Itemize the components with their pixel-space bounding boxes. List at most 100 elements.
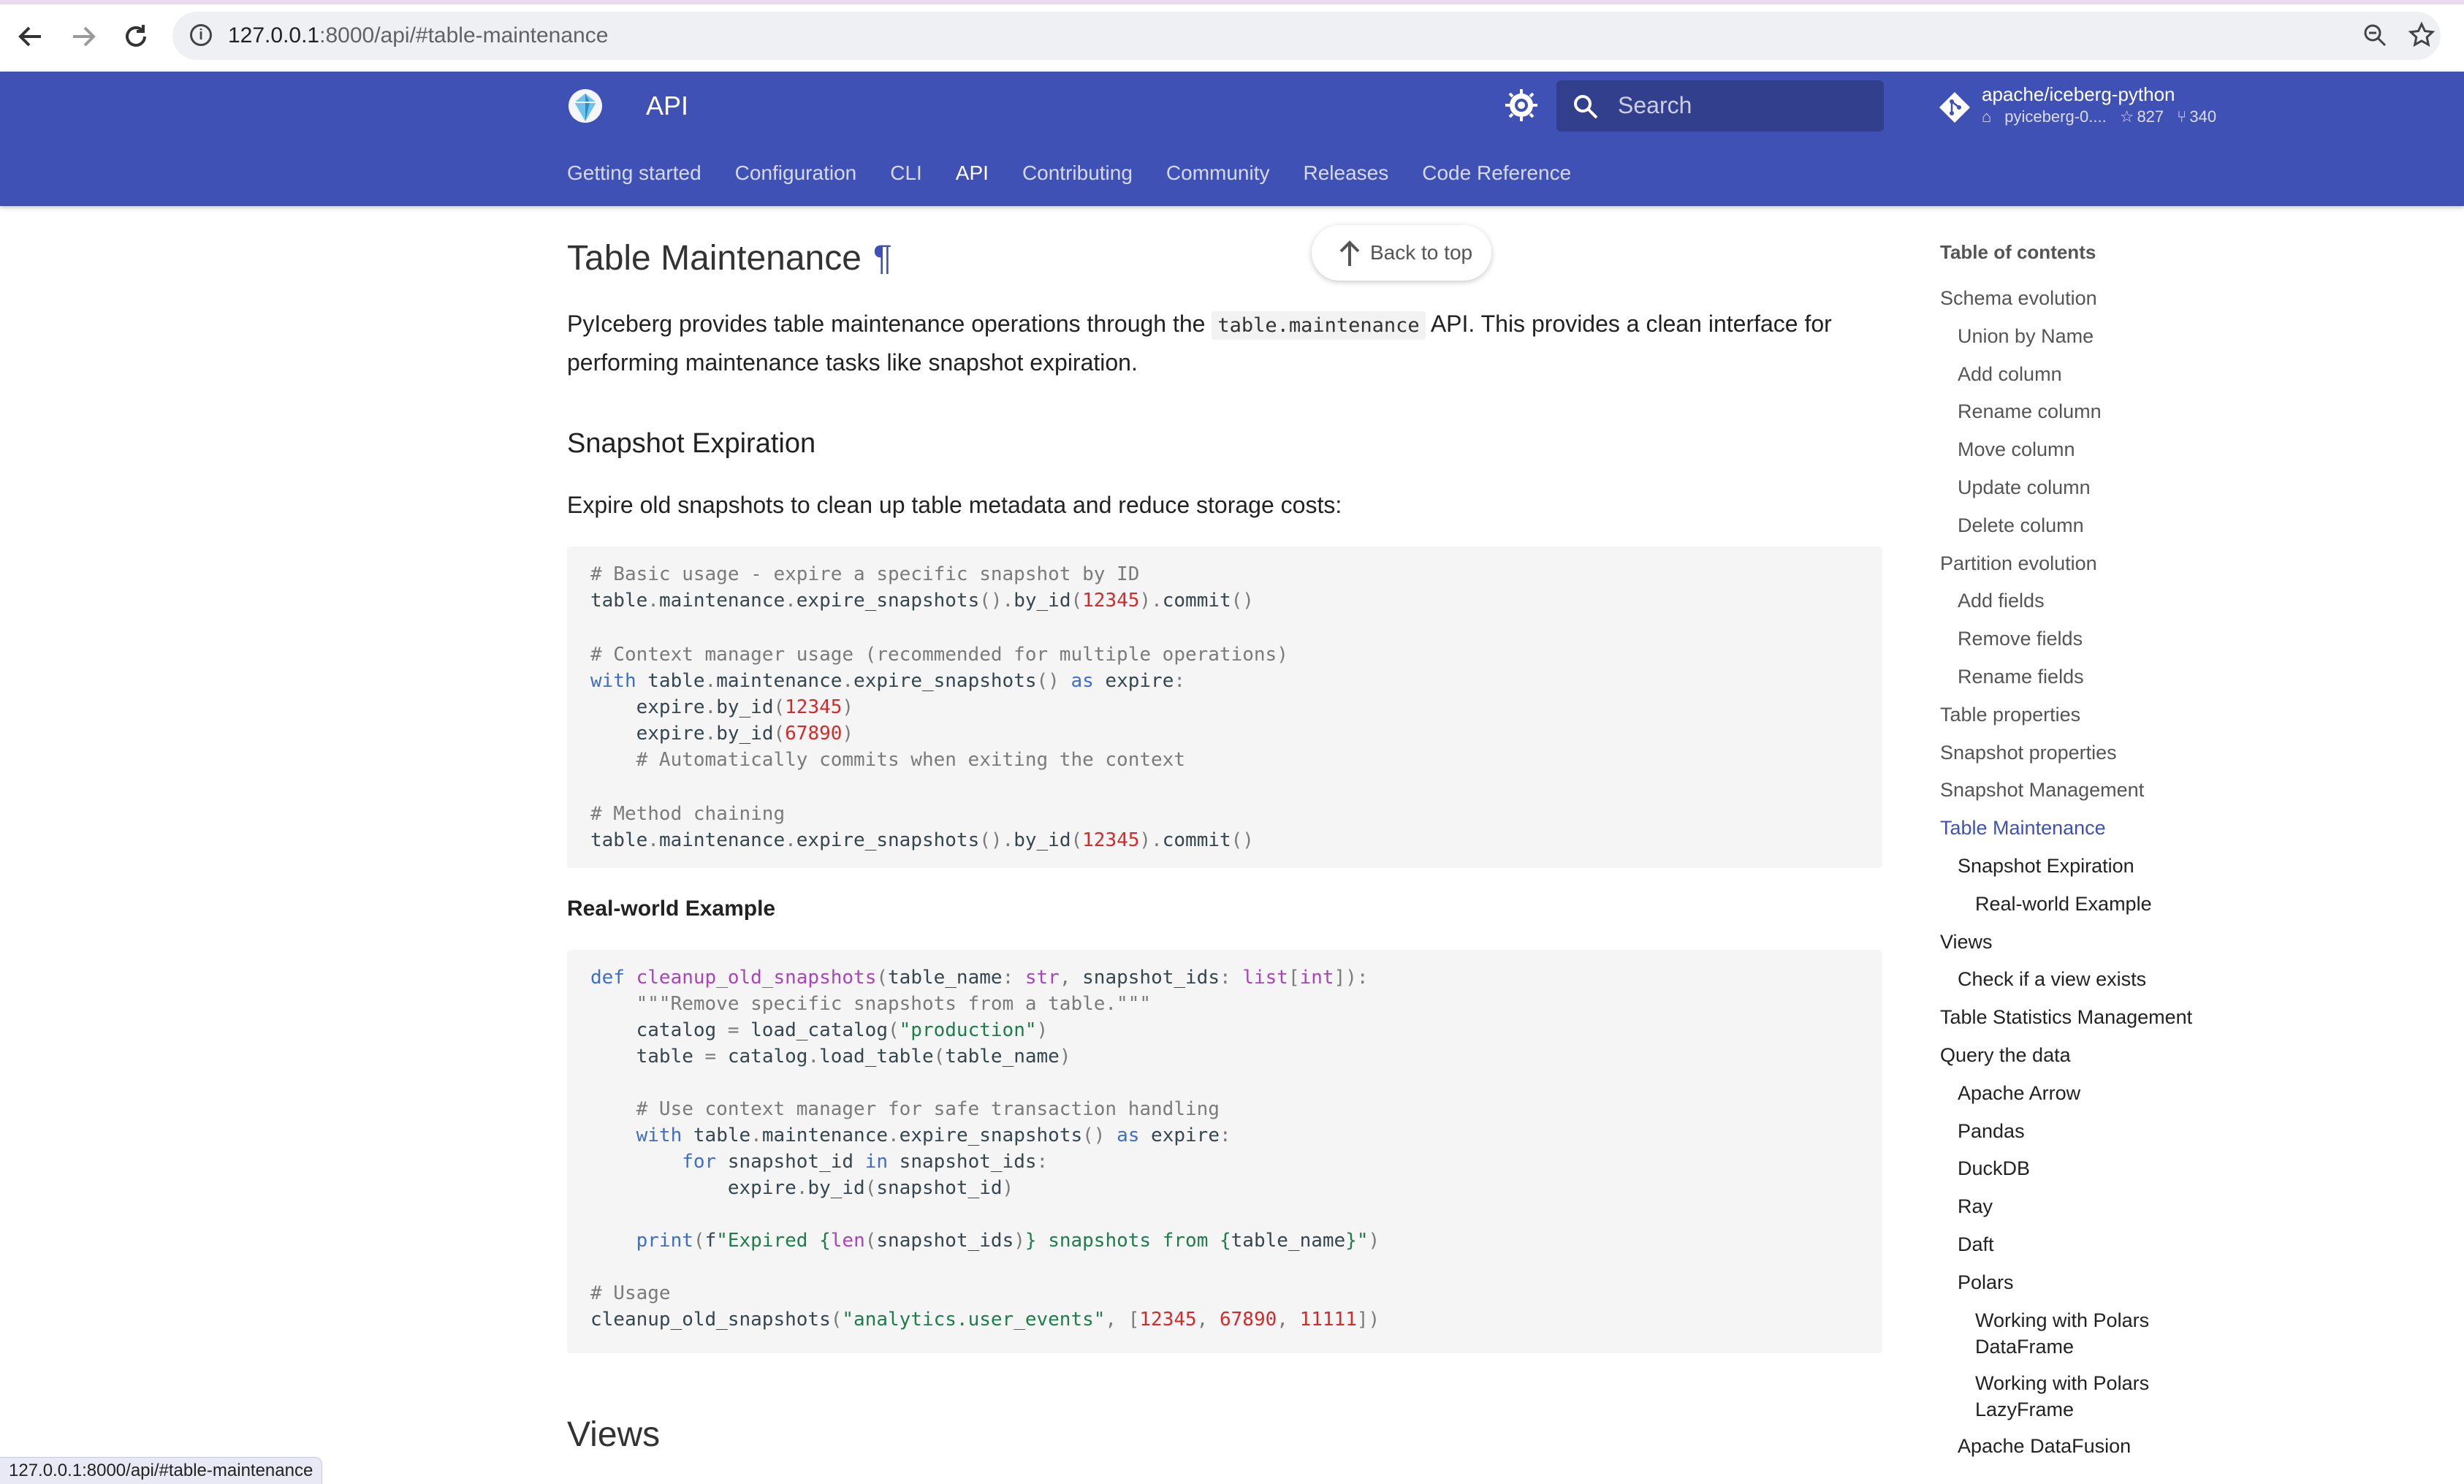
tab-cli[interactable]: CLI [890,155,922,191]
toc-item-line: Working with Polars [1975,1309,2150,1331]
tab-strip [0,0,2464,4]
toc-item-line: Working with Polars [1975,1371,2150,1394]
theme-toggle-icon[interactable] [1504,88,1539,123]
snapshot-expiration-text: Expire old snapshots to clean up table m… [567,492,1342,518]
toc-item[interactable]: Real-world Example [1975,891,2152,917]
code-line: # Use context manager for safe transacti… [590,1098,1220,1120]
reload-icon[interactable] [118,19,153,54]
toc-item[interactable]: Snapshot Management [1940,777,2144,803]
toc-item[interactable]: Add column [1958,361,2062,387]
toc-item[interactable]: Rename column [1958,398,2102,425]
site-title: API [646,91,689,121]
code-line: cleanup_old_snapshots("analytics.user_ev… [590,1309,1380,1331]
search-icon [1571,92,1600,121]
code-line: # Method chaining [590,803,786,825]
repo-forks: 340 [2189,107,2217,126]
tab-api[interactable]: API [956,155,989,191]
tab-community[interactable]: Community [1166,155,1270,191]
toc-item[interactable]: Apache DataFusion [1958,1433,2131,1459]
toc-item[interactable]: Query the data [1940,1042,2071,1068]
tab-configuration[interactable]: Configuration [735,155,857,191]
site-info-icon[interactable]: i [190,24,212,46]
code-line: catalog = load_catalog("production") [590,1019,1049,1041]
toc-item[interactable]: Delete column [1958,512,2084,539]
toc-item[interactable]: Move column [1958,436,2075,463]
real-world-example-heading: Real-world Example [567,897,776,921]
toc-item[interactable]: Remove fields [1958,625,2083,652]
tab-getting-started[interactable]: Getting started [567,155,701,191]
code-line: with table.maintenance.expire_snapshots(… [636,1125,1231,1146]
toc-item[interactable]: Polars [1958,1269,2014,1295]
toc-item[interactable]: Ray [1958,1193,1993,1219]
repo-name: apache/iceberg-python [1982,83,2175,105]
code-block-real-world-example: def cleanup_old_snapshots(table_name: st… [567,950,1882,1353]
toc-item[interactable]: Rename fields [1958,663,2084,690]
toc-item[interactable]: Update column [1958,474,2091,501]
code-line: # Basic usage - expire a specific snapsh… [590,563,1140,585]
toc-item[interactable]: Snapshot properties [1940,739,2117,766]
toc-item-line: LazyFrame [1975,1398,2075,1420]
intro-paragraph: PyIceberg provides table maintenance ope… [567,305,1882,381]
intro-inline-code: table.maintenance [1212,311,1426,340]
toc-item[interactable]: Working with Polars DataFrame [1975,1307,2149,1360]
browser-toolbar: i 127.0.0.1:8000/api/#table-maintenance [0,0,2464,72]
toc-item[interactable]: Partition evolution [1940,550,2097,577]
code-line: expire.by_id(snapshot_id) [590,1177,1014,1199]
toc-item[interactable]: Add fields [1958,587,2045,614]
toc-item[interactable]: Pandas [1958,1118,2025,1144]
code-line: expire.by_id(67890) [590,723,854,745]
star-icon: ☆ [2119,107,2134,126]
url-path: :8000/api/#table-maintenance [319,23,609,47]
tab-code-reference[interactable]: Code Reference [1422,155,1571,191]
repo-tag: pyiceberg-0.... [2004,107,2107,126]
toc-item[interactable]: Snapshot Expiration [1958,853,2134,879]
repo-stars: 827 [2137,107,2164,126]
toc-item[interactable]: Working with Polars LazyFrame [1975,1370,2149,1423]
page-title-text: Table Maintenance [567,239,862,278]
code-line: """Remove specific snapshots from a tabl… [590,993,1152,1015]
code-line: table = catalog.load_table(table_name) [590,1046,1071,1068]
toc-item[interactable]: DuckDB [1958,1155,2030,1182]
tab-releases[interactable]: Releases [1304,155,1389,191]
back-arrow-icon[interactable] [13,19,48,54]
search-placeholder: Search [1618,92,1692,118]
address-bar[interactable]: i 127.0.0.1:8000/api/#table-maintenance [172,12,2441,60]
code-line: expire.by_id(12345) [590,696,854,718]
git-icon [1938,91,1971,124]
url-host: 127.0.0.1 [228,23,320,47]
pyiceberg-logo-icon[interactable] [567,88,604,124]
toc-item[interactable]: Table Statistics Management [1940,1004,2192,1030]
intro-text-before: PyIceberg provides table maintenance ope… [567,311,1212,337]
site-header: API Search apache/iceberg-python ⌂ pyiceb… [0,72,2464,206]
toc-item[interactable]: Schema evolution [1940,285,2097,311]
tab-contributing[interactable]: Contributing [1022,155,1133,191]
repo-link[interactable]: apache/iceberg-python ⌂ pyiceberg-0.... ☆ 8… [1938,82,2245,133]
bookmark-star-icon[interactable] [2407,20,2436,56]
code-line: for snapshot_id in snapshot_ids: [682,1151,1049,1173]
search-input[interactable]: Search [1556,80,1884,132]
toc-item[interactable]: Check if a view exists [1958,966,2146,992]
code-line: with table.maintenance.expire_snapshots(… [590,670,1186,692]
toc-item[interactable]: Daft [1958,1231,1994,1257]
toc-item[interactable]: Views [1940,929,1993,955]
toc-item[interactable]: Apache Arrow [1958,1080,2080,1106]
toc-item[interactable]: Union by Name [1958,323,2094,349]
code-line: # Context manager usage (recommended for… [590,644,1288,666]
code-line: table.maintenance.expire_snapshots().by_… [590,829,1254,851]
status-bar-url: 127.0.0.1:8000/api/#table-maintenance [0,1457,323,1484]
nav-tabs: Getting started Configuration CLI API Co… [567,155,1605,191]
url-text: 127.0.0.1:8000/api/#table-maintenance [228,22,608,50]
zoom-icon[interactable] [2360,20,2389,56]
page-title: Table Maintenance ¶ [567,235,892,282]
back-to-top-label: Back to top [1370,241,1473,264]
toc-item[interactable]: Table properties [1940,701,2080,728]
permalink-icon[interactable]: ¶ [873,239,892,278]
code-line: # Automatically commits when exiting the… [590,749,1185,771]
toc-item-line: DataFrame [1975,1335,2075,1358]
back-to-top-button[interactable]: Back to top [1312,225,1491,281]
toc-item[interactable]: Table Maintenance [1940,815,2106,841]
views-heading: Views [567,1415,661,1454]
snapshot-expiration-heading: Snapshot Expiration [567,428,816,459]
forward-arrow-icon[interactable] [66,19,101,54]
toc-title: Table of contents [1940,241,2096,263]
